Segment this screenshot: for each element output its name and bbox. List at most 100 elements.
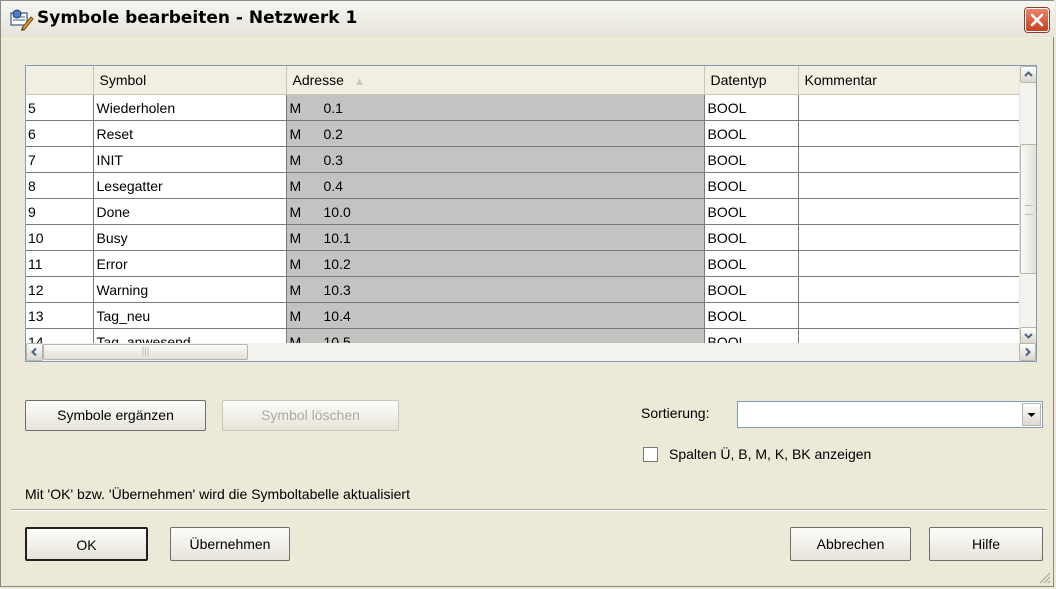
delete-symbol-button[interactable]: Symbol löschen (222, 400, 399, 431)
datatype-cell[interactable]: BOOL (704, 302, 799, 329)
row-number[interactable]: 6 (26, 120, 94, 147)
datatype-cell[interactable]: BOOL (704, 146, 799, 173)
show-columns-checkbox[interactable] (643, 447, 658, 462)
datatype-cell[interactable]: BOOL (704, 250, 799, 277)
help-button[interactable]: Hilfe (929, 527, 1043, 561)
dropdown-arrow-icon (1027, 413, 1036, 417)
column-header-datatype[interactable]: Datentyp (704, 66, 799, 95)
address-cell[interactable]: M 0.4 (286, 172, 705, 199)
symbol-table[interactable]: Symbol Adresse ▲ Datentyp Kommentar 5 Wied… (25, 65, 1037, 362)
address-type: M (289, 203, 302, 220)
datatype-cell[interactable]: BOOL (704, 94, 799, 121)
address-cell[interactable]: M 10.2 (286, 250, 705, 277)
comment-cell[interactable] (798, 302, 1022, 329)
row-number[interactable]: 10 (26, 224, 94, 251)
horizontal-scroll-thumb[interactable]: ||| (43, 344, 248, 360)
row-number[interactable]: 13 (26, 302, 94, 329)
cancel-button[interactable]: Abbrechen (790, 527, 911, 561)
sorting-dropdown-button[interactable] (1022, 403, 1041, 426)
symbol-cell[interactable]: Tag_neu (93, 302, 287, 329)
table-row[interactable]: 11 Error M 10.2 BOOL (26, 250, 1022, 277)
chevron-right-icon (1025, 347, 1031, 357)
sorting-select[interactable] (737, 401, 1043, 428)
row-number[interactable]: 8 (26, 172, 94, 199)
table-row[interactable]: 6 Reset M 0.2 BOOL (26, 120, 1022, 147)
table-row[interactable]: 9 Done M 10.0 BOOL (26, 198, 1022, 225)
symbol-edit-dialog: Symbole bearbeiten - Netzwerk 1 Symbol A… (0, 0, 1055, 587)
scroll-left-button[interactable] (26, 343, 43, 361)
scroll-right-button[interactable] (1019, 343, 1036, 361)
address-cell[interactable]: M 0.1 (286, 94, 705, 121)
datatype-cell[interactable]: BOOL (704, 224, 799, 251)
separator (11, 509, 1047, 511)
scroll-down-button[interactable] (1020, 327, 1036, 344)
column-header-rownum[interactable] (26, 66, 94, 95)
symbol-grid: Symbol Adresse ▲ Datentyp Kommentar 5 Wied… (26, 66, 1022, 361)
address-value: 0.2 (323, 125, 343, 142)
symbol-cell[interactable]: Reset (93, 120, 287, 147)
symbol-cell[interactable]: INIT (93, 146, 287, 173)
table-row[interactable]: 8 Lesegatter M 0.4 BOOL (26, 172, 1022, 199)
close-button[interactable] (1025, 8, 1049, 32)
address-cell[interactable]: M 0.3 (286, 146, 705, 173)
table-row[interactable]: 13 Tag_neu M 10.4 BOOL (26, 302, 1022, 329)
address-cell[interactable]: M 10.4 (286, 302, 705, 329)
address-value: 10.1 (323, 229, 351, 246)
symbol-cell[interactable]: Busy (93, 224, 287, 251)
add-symbols-button[interactable]: Symbole ergänzen (25, 400, 206, 431)
window-title: Symbole bearbeiten - Netzwerk 1 (37, 8, 358, 28)
table-row[interactable]: 5 Wiederholen M 0.1 BOOL (26, 94, 1022, 121)
address-type: M (289, 99, 302, 116)
row-number[interactable]: 7 (26, 146, 94, 173)
table-row[interactable]: 7 INIT M 0.3 BOOL (26, 146, 1022, 173)
datatype-cell[interactable]: BOOL (704, 120, 799, 147)
comment-cell[interactable] (798, 276, 1022, 303)
comment-cell[interactable] (798, 198, 1022, 225)
comment-cell[interactable] (798, 94, 1022, 121)
comment-cell[interactable] (798, 120, 1022, 147)
table-row[interactable]: 12 Warning M 10.3 BOOL (26, 276, 1022, 303)
address-type: M (289, 307, 302, 324)
resize-grip-icon[interactable] (1037, 570, 1051, 584)
ok-button[interactable]: OK (25, 527, 148, 561)
address-value: 0.1 (323, 99, 343, 116)
datatype-cell[interactable]: BOOL (704, 276, 799, 303)
chevron-up-icon (1024, 71, 1033, 77)
sort-ascending-icon: ▲ (353, 76, 365, 88)
comment-cell[interactable] (798, 224, 1022, 251)
address-type: M (289, 151, 302, 168)
column-header-symbol[interactable]: Symbol (93, 66, 287, 95)
symbol-cell[interactable]: Error (93, 250, 287, 277)
apply-button[interactable]: Übernehmen (170, 527, 290, 561)
column-header-comment[interactable]: Kommentar (798, 66, 1022, 95)
address-cell[interactable]: M 0.2 (286, 120, 705, 147)
symbol-cell[interactable]: Lesegatter (93, 172, 287, 199)
datatype-cell[interactable]: BOOL (704, 172, 799, 199)
row-number[interactable]: 5 (26, 94, 94, 121)
horizontal-scrollbar[interactable]: ||| (26, 343, 1036, 361)
comment-cell[interactable] (798, 172, 1022, 199)
scroll-up-button[interactable] (1020, 66, 1036, 83)
symbol-edit-icon (9, 7, 35, 31)
comment-cell[interactable] (798, 146, 1022, 173)
table-header-row: Symbol Adresse ▲ Datentyp Kommentar (26, 66, 1022, 95)
vertical-scroll-thumb[interactable] (1020, 144, 1036, 274)
address-cell[interactable]: M 10.3 (286, 276, 705, 303)
row-number[interactable]: 9 (26, 198, 94, 225)
address-cell[interactable]: M 10.1 (286, 224, 705, 251)
datatype-cell[interactable]: BOOL (704, 198, 799, 225)
comment-cell[interactable] (798, 250, 1022, 277)
symbol-cell[interactable]: Wiederholen (93, 94, 287, 121)
address-type: M (289, 125, 302, 142)
vertical-scrollbar[interactable] (1019, 66, 1036, 344)
symbol-cell[interactable]: Warning (93, 276, 287, 303)
column-header-address-label: Adresse (292, 72, 344, 88)
table-row[interactable]: 10 Busy M 10.1 BOOL (26, 224, 1022, 251)
address-cell[interactable]: M 10.0 (286, 198, 705, 225)
title-bar[interactable]: Symbole bearbeiten - Netzwerk 1 (1, 1, 1055, 37)
row-number[interactable]: 12 (26, 276, 94, 303)
address-type: M (289, 255, 302, 272)
column-header-address[interactable]: Adresse ▲ (286, 66, 705, 95)
row-number[interactable]: 11 (26, 250, 94, 277)
symbol-cell[interactable]: Done (93, 198, 287, 225)
